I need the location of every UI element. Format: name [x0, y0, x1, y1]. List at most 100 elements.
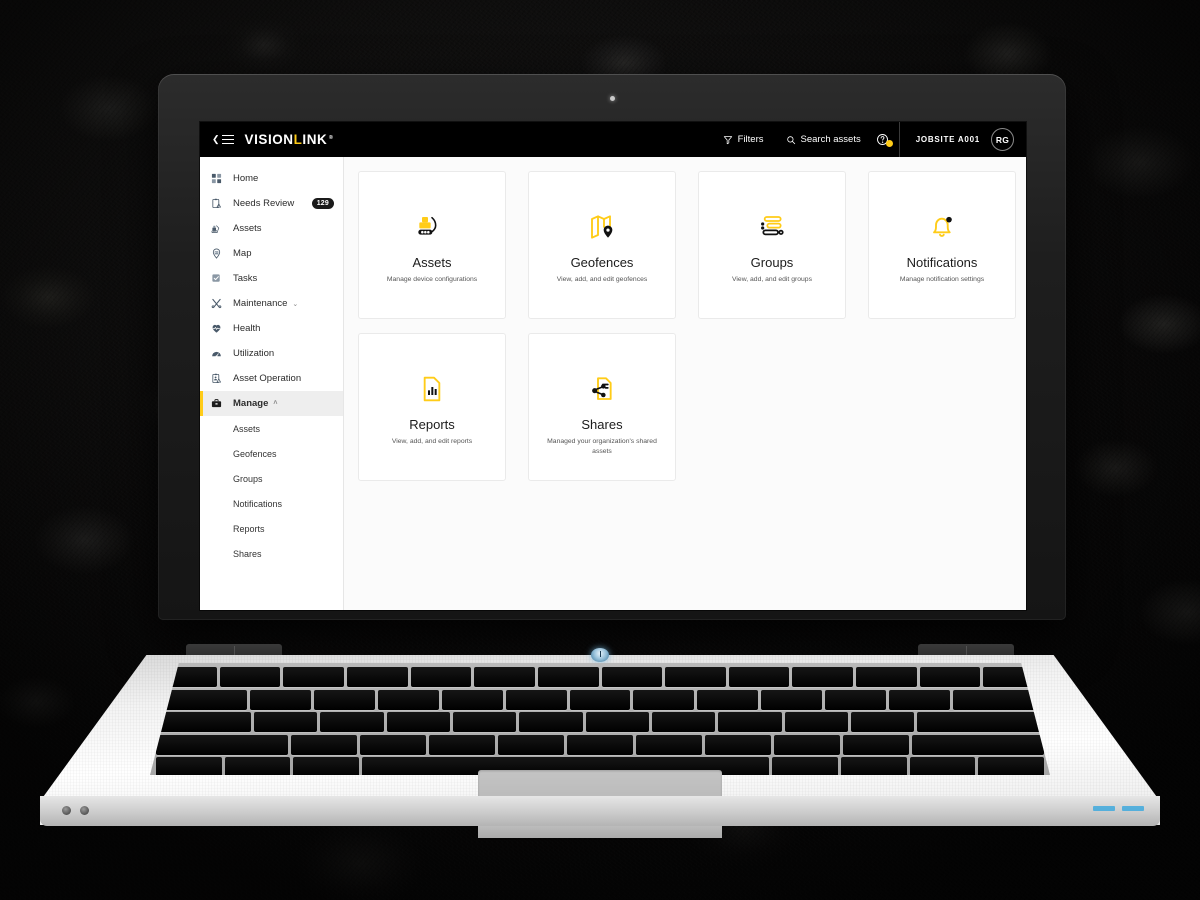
card-geofences[interactable]: Geofences View, add, and edit geofences — [528, 171, 676, 319]
key — [718, 712, 782, 732]
port-left-2 — [80, 806, 89, 815]
laptop-mockup: ❮ VISION L INK ® Filters Search assets J… — [0, 0, 1200, 900]
key — [585, 712, 649, 732]
key — [453, 712, 517, 732]
avatar[interactable]: RG — [991, 128, 1014, 151]
sidebar-subitem-groups[interactable]: Groups — [200, 466, 343, 491]
sidebar-item-asset-operation[interactable]: Asset Operation — [200, 366, 343, 391]
sidebar-item-health[interactable]: Health — [200, 316, 343, 341]
key — [761, 689, 823, 710]
grid-icon — [211, 173, 227, 184]
keyboard-row — [156, 712, 1044, 732]
card-reports[interactable]: Reports View, add, and edit reports — [358, 333, 506, 481]
key — [636, 734, 702, 755]
sidebar-item-label: Health — [233, 323, 261, 334]
geofence-map-pin-icon — [586, 210, 618, 244]
key — [314, 689, 375, 710]
key — [291, 734, 357, 755]
key — [651, 712, 716, 732]
logo-text-highlight: L — [293, 132, 303, 147]
card-description: Manage notification settings — [899, 276, 985, 283]
key — [728, 667, 790, 687]
card-title: Assets — [412, 255, 452, 270]
screenshot-scene: ❮ VISION L INK ® Filters Search assets J… — [0, 0, 1200, 900]
main-content: Assets Manage device configurations Geof… — [344, 157, 1026, 610]
card-assets[interactable]: Assets Manage device configurations — [358, 171, 506, 319]
chevron-up-icon: ˄ — [273, 400, 278, 407]
search-assets-button[interactable]: Search assets — [775, 122, 872, 157]
key — [978, 757, 1045, 775]
help-button[interactable] — [872, 133, 899, 147]
jobsite-selector[interactable]: JOBSITE A001 — [916, 135, 980, 144]
logo-text-prefix: VISION — [244, 132, 294, 147]
laptop-screen: ❮ VISION L INK ® Filters Search assets J… — [200, 122, 1026, 610]
share-doc-icon — [586, 372, 618, 406]
card-description: Managed your organization's shared asset… — [547, 438, 657, 455]
app-body: Home Needs Review 129 Assets Map Tasks M… — [200, 157, 1026, 610]
visionlink-logo: VISION L INK ® — [245, 132, 334, 147]
sidebar-subitem-notifications[interactable]: Notifications — [200, 491, 343, 516]
key — [378, 689, 439, 710]
sidebar-item-maintenance[interactable]: Maintenance ⌄ — [200, 291, 343, 316]
gauge-icon — [211, 348, 227, 359]
power-button[interactable] — [591, 648, 609, 662]
help-notification-dot — [885, 140, 893, 147]
collapse-menu-icon[interactable]: ❮ — [212, 135, 234, 145]
sidebar-subitem-assets[interactable]: Assets — [200, 416, 343, 441]
sidebar-item-map[interactable]: Map — [200, 241, 343, 266]
filters-button[interactable]: Filters — [712, 122, 775, 157]
key — [156, 712, 252, 732]
sidebar-item-utilization[interactable]: Utilization — [200, 341, 343, 366]
sidebar-subitem-reports[interactable]: Reports — [200, 516, 343, 541]
key — [843, 734, 909, 755]
report-chart-doc-icon — [416, 372, 448, 406]
key — [429, 734, 495, 755]
task-check-icon — [211, 273, 227, 284]
bell-alert-icon — [926, 210, 958, 244]
sidebar-subitem-label: Reports — [233, 523, 265, 534]
sidebar-item-assets[interactable]: Assets — [200, 216, 343, 241]
sidebar-subitem-shares[interactable]: Shares — [200, 541, 343, 566]
briefcase-icon — [211, 398, 227, 409]
key — [498, 734, 564, 755]
key — [155, 757, 222, 775]
key — [386, 712, 450, 732]
sidebar-item-home[interactable]: Home — [200, 166, 343, 191]
key — [537, 667, 599, 687]
map-marker-icon — [211, 248, 227, 259]
key — [601, 667, 663, 687]
key — [441, 689, 503, 710]
card-notifications[interactable]: Notifications Manage notification settin… — [868, 171, 1016, 319]
sidebar-item-manage[interactable]: Manage ˄ — [200, 391, 343, 416]
sidebar-item-label: Utilization — [233, 348, 275, 359]
logo-registered-mark: ® — [328, 135, 334, 141]
sidebar-item-label: Needs Review — [233, 198, 295, 209]
key — [856, 667, 917, 687]
card-title: Shares — [581, 417, 623, 432]
key — [840, 757, 907, 775]
excavator-icon — [211, 223, 227, 234]
card-groups[interactable]: Groups View, add, and edit groups — [698, 171, 846, 319]
key — [772, 757, 838, 775]
card-shares[interactable]: Shares Managed your organization's share… — [528, 333, 676, 481]
sidebar-subitem-label: Assets — [233, 423, 261, 434]
keyboard-row — [156, 667, 1044, 687]
card-title: Groups — [750, 255, 794, 270]
brand-mark-dash — [1093, 806, 1115, 811]
sidebar-subitem-geofences[interactable]: Geofences — [200, 441, 343, 466]
sidebar-subitem-label: Notifications — [233, 498, 283, 509]
key — [784, 712, 848, 732]
key — [410, 667, 472, 687]
webcam-icon — [609, 96, 615, 101]
sidebar-item-label: Asset Operation — [233, 373, 302, 384]
sidebar-item-label: Maintenance — [233, 298, 288, 309]
key — [888, 689, 950, 710]
key — [320, 712, 384, 732]
key — [474, 667, 535, 687]
sidebar-item-tasks[interactable]: Tasks — [200, 266, 343, 291]
sidebar-item-needs-review[interactable]: Needs Review 129 — [200, 191, 343, 216]
card-description: Manage device configurations — [386, 276, 478, 283]
brand-mark — [1093, 806, 1144, 811]
key — [346, 667, 408, 687]
key — [919, 667, 981, 687]
